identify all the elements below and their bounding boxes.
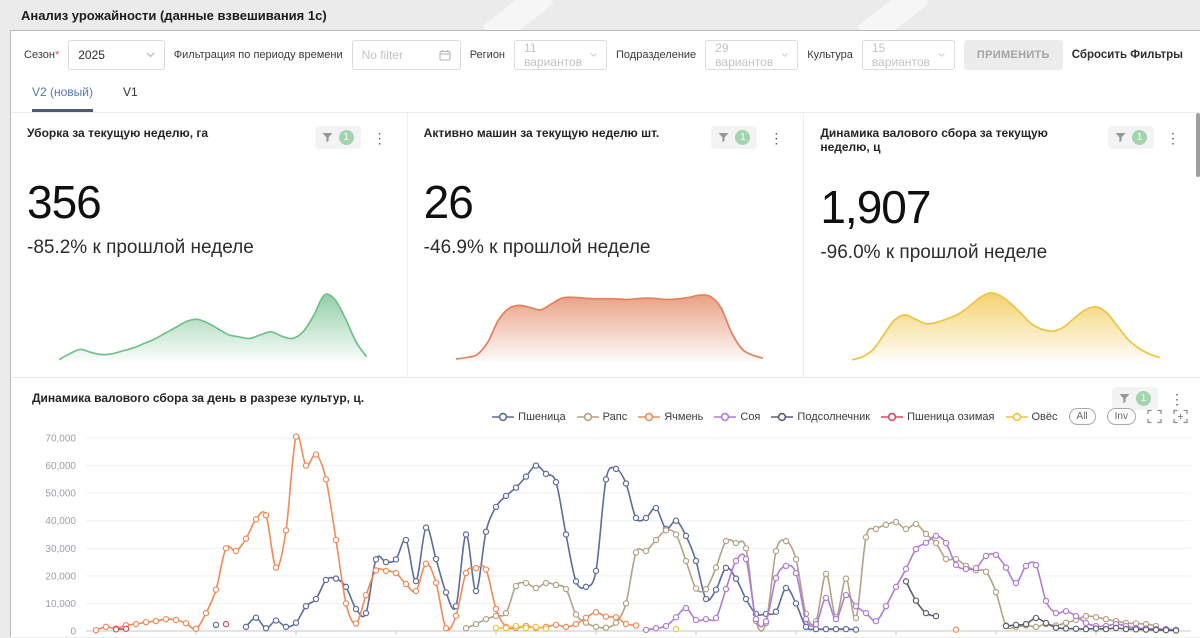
card-title: Активно машин за текущую неделю шт. <box>423 126 660 140</box>
reset-zoom-icon[interactable] <box>1173 409 1188 424</box>
division-label: Подразделение <box>616 49 697 61</box>
kpi-value: 356 <box>27 176 102 228</box>
svg-text:0: 0 <box>70 627 76 638</box>
legend-label: Соя <box>740 410 761 423</box>
legend-label: Рапс <box>602 410 628 423</box>
season-select[interactable]: 2025 <box>68 40 165 70</box>
calendar-icon <box>439 50 451 61</box>
season-label: Сезон* <box>24 49 60 61</box>
culture-label: Культура <box>807 49 853 61</box>
legend-label: Подсолнечник <box>797 410 871 423</box>
legend-item-5[interactable]: Подсолнечник <box>771 411 870 423</box>
legend-marker-icon <box>881 412 904 421</box>
funnel-icon <box>1115 133 1126 143</box>
svg-text:40,000: 40,000 <box>45 516 76 527</box>
chevron-down-icon <box>146 52 155 58</box>
funnel-icon <box>1119 394 1130 404</box>
legend-label: Пшеница озимая <box>907 410 995 423</box>
culture-value: 15 вариантов <box>871 41 930 69</box>
legend-label: Овёс <box>1031 410 1058 423</box>
legend-item-1[interactable]: Пшеница <box>492 411 566 423</box>
version-tabs: V2 (новый) V1 <box>11 79 1200 113</box>
period-placeholder: No filter <box>361 48 403 62</box>
filter-indicator[interactable]: 1 <box>1108 126 1155 149</box>
kpi-delta: -85.2% к прошлой неделе <box>27 237 254 258</box>
season-value: 2025 <box>78 48 105 62</box>
legend-item-6[interactable]: Пшеница озимая <box>881 410 995 423</box>
region-select[interactable]: 11 вариантов <box>514 40 608 70</box>
svg-text:70,000: 70,000 <box>45 434 76 445</box>
svg-text:10,000: 10,000 <box>45 599 76 610</box>
division-select[interactable]: 29 вариантов <box>705 40 799 70</box>
legend-marker-icon <box>1005 412 1028 421</box>
legend-item-7[interactable]: Овёс <box>1005 410 1058 423</box>
kpi-value: 26 <box>423 176 474 228</box>
kpi-delta: -46.9% к прошлой неделе <box>423 237 651 258</box>
chevron-down-icon <box>781 53 788 57</box>
card-title: Динамика валового сбора за текущую недел… <box>820 126 1048 154</box>
legend-marker-icon <box>771 412 794 421</box>
dashboard-panel: Сезон* 2025 Фильтрация по периоду времен… <box>10 30 1200 638</box>
culture-select[interactable]: 15 вариантов <box>861 40 955 70</box>
filter-count-badge: 1 <box>1132 130 1148 145</box>
page-title: Анализ урожайности (данные взвешивания 1… <box>21 8 327 23</box>
legend-marker-icon <box>492 412 515 421</box>
sparkline-chart <box>58 285 368 363</box>
legend-all-button[interactable]: All <box>1068 408 1096 425</box>
region-label: Регион <box>469 49 506 61</box>
filter-bar: Сезон* 2025 Фильтрация по периоду времен… <box>11 31 1200 79</box>
svg-text:30,000: 30,000 <box>45 544 76 555</box>
funnel-icon <box>322 133 333 143</box>
legend-item-4[interactable]: Соя <box>714 411 760 423</box>
division-value: 29 вариантов <box>715 41 774 69</box>
region-value: 11 вариантов <box>524 41 583 69</box>
legend-label: Ячмень <box>664 410 704 423</box>
card-title: Уборка за текущую неделю, га <box>27 126 209 140</box>
kpi-card-gross-harvest: Динамика валового сбора за текущую недел… <box>804 113 1200 377</box>
chart-legend: Пшеница Рапс Ячмень Соя Подсолнечник Пшеница … <box>492 408 1188 425</box>
filter-indicator[interactable]: 1 <box>1112 387 1158 410</box>
more-menu-icon[interactable]: ⋮ <box>369 129 391 147</box>
legend-marker-icon <box>576 412 599 421</box>
chart-title: Динамика валового сбора за день в разрез… <box>32 391 365 405</box>
daily-harvest-chart-card: Динамика валового сбора за день в разрез… <box>11 378 1200 638</box>
kpi-cards-row: Уборка за текущую неделю, га 1 ⋮ 356 -85… <box>11 113 1200 378</box>
filter-count-badge: 1 <box>735 130 751 145</box>
legend-label: Пшеница <box>518 410 566 423</box>
sparkline-chart <box>852 285 1161 363</box>
line-chart-plot[interactable]: 0 10,000 20,000 30,000 40,000 50,000 60,000 70,… <box>11 426 1200 638</box>
legend-item-3[interactable]: Ячмень <box>638 411 703 423</box>
funnel-icon <box>718 133 729 143</box>
filter-count-badge: 1 <box>338 130 354 145</box>
filter-count-badge: 1 <box>1136 391 1151 406</box>
legend-item-2[interactable]: Рапс <box>576 410 628 423</box>
legend-marker-icon <box>714 412 737 421</box>
reset-filters-button[interactable]: Сбросить Фильтры <box>1072 49 1183 61</box>
sparkline-chart <box>455 285 764 363</box>
kpi-value: 1,907 <box>820 181 931 233</box>
svg-text:60,000: 60,000 <box>45 461 76 472</box>
filter-indicator[interactable]: 1 <box>314 126 361 149</box>
legend-marker-icon <box>638 412 661 421</box>
more-menu-icon[interactable]: ⋮ <box>1162 129 1184 147</box>
apply-button[interactable]: ПРИМЕНИТЬ <box>963 40 1063 70</box>
svg-text:50,000: 50,000 <box>45 489 76 500</box>
legend-inverse-button[interactable]: Inv <box>1106 408 1136 425</box>
scrollbar[interactable] <box>1196 113 1200 177</box>
filter-indicator[interactable]: 1 <box>711 126 758 149</box>
tab-v2[interactable]: V2 (новый) <box>32 79 94 112</box>
tab-v1[interactable]: V1 <box>123 79 138 112</box>
zoom-select-icon[interactable] <box>1147 409 1162 424</box>
kpi-delta: -96.0% к прошлой неделе <box>820 242 1048 263</box>
chevron-down-icon <box>590 53 597 57</box>
period-filter-label: Фильтрация по периоду времени <box>173 49 343 61</box>
required-asterisk: * <box>54 49 60 61</box>
kpi-card-active-machines: Активно машин за текущую неделю шт. 1 ⋮ … <box>408 113 805 377</box>
period-filter-input[interactable]: No filter <box>351 40 461 70</box>
svg-text:20,000: 20,000 <box>45 571 76 582</box>
chevron-down-icon <box>938 53 945 57</box>
more-menu-icon[interactable]: ⋮ <box>1166 390 1188 408</box>
more-menu-icon[interactable]: ⋮ <box>765 129 787 147</box>
kpi-card-harvest-area: Уборка за текущую неделю, га 1 ⋮ 356 -85… <box>11 113 408 377</box>
